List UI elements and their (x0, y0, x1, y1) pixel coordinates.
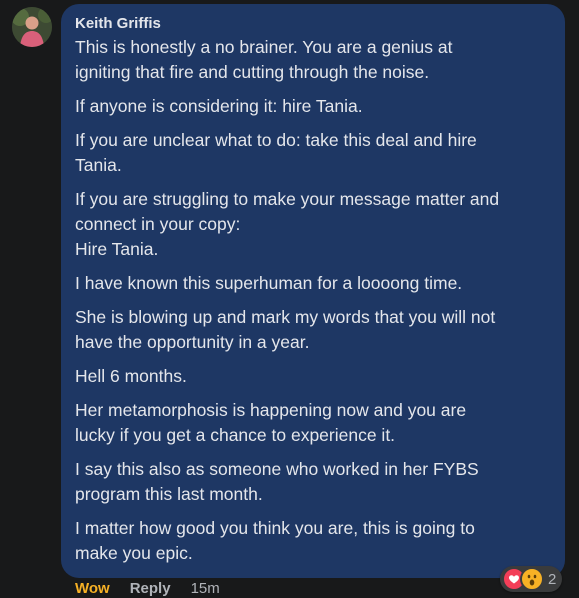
reaction-count: 2 (548, 570, 557, 588)
reply-button[interactable]: Reply (130, 580, 171, 598)
reaction-summary[interactable]: 2 (500, 566, 563, 592)
comment-paragraph: Hell 6 months. (75, 366, 187, 386)
comment-bubble: Keith Griffis This is honestly a no brai… (61, 4, 565, 578)
avatar-photo (12, 7, 52, 47)
comment-paragraph: I have known this superhuman for a loooo… (75, 273, 463, 293)
comment-paragraph: She is blowing up and mark my words that… (75, 307, 496, 352)
wow-reaction-button[interactable]: Wow (75, 580, 110, 598)
comment-paragraph: I matter how good you think you are, thi… (75, 518, 475, 563)
comment-paragraph: This is honestly a no brainer. You are a… (75, 37, 453, 82)
comment-paragraph: If you are unclear what to do: take this… (75, 130, 477, 175)
comment-timestamp[interactable]: 15m (191, 580, 220, 598)
comment-actions: Wow Reply 15m (75, 580, 220, 598)
comment-author[interactable]: Keith Griffis (75, 15, 161, 33)
comment-paragraph: I say this also as someone who worked in… (75, 459, 479, 504)
comment-paragraph: If anyone is considering it: hire Tania. (75, 96, 363, 116)
wow-icon (520, 567, 544, 591)
comment-paragraph: If you are struggling to make your messa… (75, 189, 500, 259)
comment-body: This is honestly a no brainer. You are a… (75, 35, 551, 566)
comment-paragraph: Her metamorphosis is happening now and y… (75, 400, 467, 445)
author-avatar[interactable] (12, 7, 52, 47)
